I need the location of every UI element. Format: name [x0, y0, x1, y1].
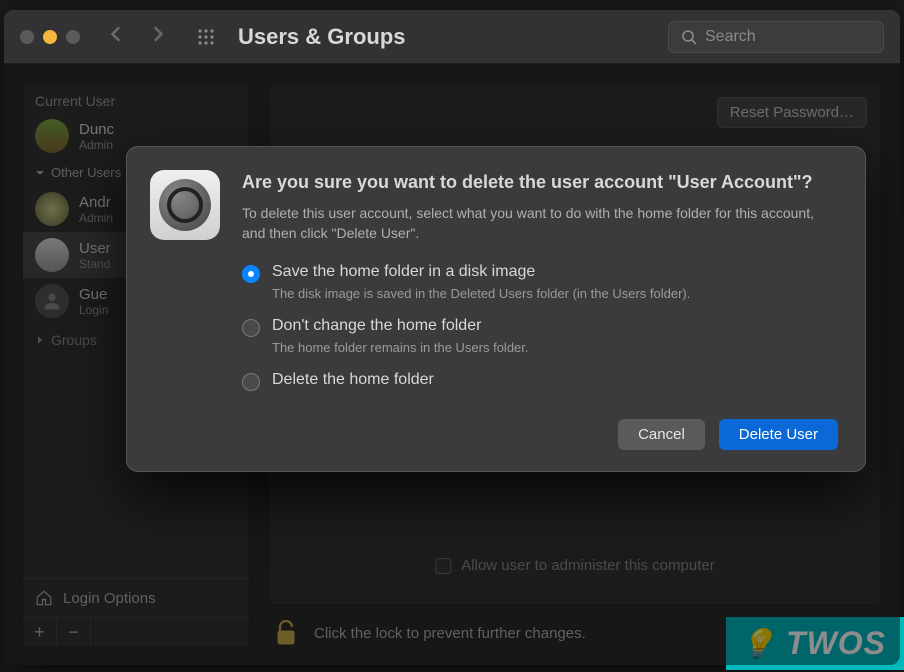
radio-option-save-disk-image[interactable]: Save the home folder in a disk image The… [242, 263, 838, 303]
dialog-description: To delete this user account, select what… [242, 204, 838, 243]
preferences-window: Users & Groups Search Current User Dunc … [4, 10, 900, 665]
radio-option-dont-change[interactable]: Don't change the home folder The home fo… [242, 317, 838, 357]
search-icon [681, 29, 697, 45]
radio-icon [242, 373, 260, 391]
dialog-actions: Cancel Delete User [242, 419, 838, 450]
titlebar: Users & Groups Search [4, 10, 900, 64]
system-preferences-icon [150, 170, 220, 240]
nav-arrows [108, 25, 166, 48]
window-controls [20, 30, 80, 44]
radio-label: Don't change the home folder [272, 317, 529, 335]
search-input[interactable]: Search [668, 21, 884, 53]
window-title: Users & Groups [238, 24, 668, 50]
radio-icon [242, 265, 260, 283]
forward-button[interactable] [148, 25, 166, 48]
delete-user-button[interactable]: Delete User [719, 419, 838, 450]
dialog-title: Are you sure you want to delete the user… [242, 170, 838, 194]
radio-sublabel: The home folder remains in the Users fol… [272, 339, 529, 357]
search-placeholder: Search [705, 28, 756, 46]
show-all-button[interactable] [196, 27, 216, 47]
radio-label: Save the home folder in a disk image [272, 263, 690, 281]
delete-user-dialog: Are you sure you want to delete the user… [126, 146, 866, 472]
dialog-radio-group: Save the home folder in a disk image The… [242, 263, 838, 390]
minimize-window-button[interactable] [43, 30, 57, 44]
radio-icon [242, 319, 260, 337]
zoom-window-button[interactable] [66, 30, 80, 44]
radio-sublabel: The disk image is saved in the Deleted U… [272, 285, 690, 303]
radio-label: Delete the home folder [272, 371, 434, 389]
close-window-button[interactable] [20, 30, 34, 44]
gear-icon [159, 179, 211, 231]
radio-option-delete-folder[interactable]: Delete the home folder [242, 371, 838, 391]
back-button[interactable] [108, 25, 126, 48]
cancel-button[interactable]: Cancel [618, 419, 705, 450]
